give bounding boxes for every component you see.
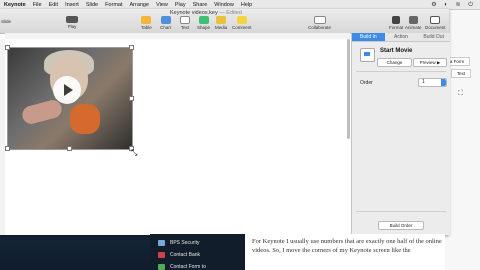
list-item[interactable]: BPS Security — [170, 240, 199, 246]
menu-insert[interactable]: Insert — [65, 2, 79, 8]
menu-view[interactable]: View — [156, 2, 168, 8]
chart-label: Chart — [160, 25, 172, 30]
divider — [356, 211, 446, 212]
list-item[interactable]: Contact Bank — [170, 252, 200, 258]
contact-icon — [158, 252, 165, 258]
menu-help[interactable]: Help — [241, 2, 252, 8]
security-icon — [158, 240, 165, 246]
selection-handle[interactable] — [5, 45, 10, 50]
build-order-button[interactable]: Build Order — [378, 221, 424, 230]
chart-icon — [160, 16, 171, 24]
animate-button[interactable]: Animate — [405, 16, 422, 30]
comment-icon — [236, 16, 247, 24]
animate-label: Animate — [405, 25, 422, 30]
article-text: For Keynote I usually use numbers that a… — [252, 238, 442, 254]
paintbrush-icon — [392, 16, 401, 24]
movie-effect-icon — [360, 48, 375, 62]
format-label: Format — [389, 25, 404, 30]
shape-button[interactable]: Shape — [197, 16, 210, 30]
text-icon — [180, 16, 190, 24]
change-button[interactable]: Change — [377, 58, 412, 67]
menu-arrange[interactable]: Arrange — [129, 2, 149, 8]
movie-effect-icon-inner — [364, 52, 370, 56]
media-button[interactable]: Media — [215, 16, 227, 30]
play-triangle-icon — [64, 84, 73, 96]
comment-label: Comment — [232, 25, 252, 30]
document-name: Keynote videos.key — [170, 10, 218, 16]
media-icon — [216, 16, 227, 24]
slide-label: Slide — [1, 19, 12, 24]
menu-play[interactable]: Play — [175, 2, 186, 8]
expand-icon[interactable]: ⛶ — [458, 90, 463, 98]
preview-button[interactable]: Preview ▶ — [413, 58, 447, 67]
table-icon — [141, 16, 152, 24]
video-frame-toy — [70, 104, 100, 134]
article-panel: For Keynote I usually use numbers that a… — [245, 234, 445, 270]
comment-button[interactable]: Comment — [232, 16, 252, 30]
media-label: Media — [215, 25, 228, 30]
order-label: Order — [360, 80, 373, 86]
menu-edit[interactable]: Edit — [49, 2, 58, 8]
add-slide-button[interactable]: Slide — [1, 19, 11, 24]
list-item[interactable]: Contact Form to — [170, 264, 206, 270]
menu-format[interactable]: Format — [105, 2, 122, 8]
inspector-tabs: Build In Action Build Out — [352, 33, 450, 42]
selection-handle[interactable] — [67, 146, 72, 151]
status-icons[interactable]: ⚙ ◐ ≋ ⏻ — [431, 1, 476, 9]
collaborate-icon — [313, 16, 326, 24]
document-button[interactable]: Document — [425, 16, 446, 30]
menu-share[interactable]: Share — [193, 2, 208, 8]
menu-slide[interactable]: Slide — [86, 2, 98, 8]
format-button[interactable]: Format — [389, 16, 403, 30]
sidebar-list: BPS Security Contact Bank Contact Form t… — [150, 234, 245, 270]
video-frame-arm — [20, 98, 64, 126]
play-icon — [66, 16, 78, 23]
menu-file[interactable]: File — [33, 2, 42, 8]
selection-handle[interactable] — [129, 45, 134, 50]
shape-icon — [198, 16, 209, 24]
chevron-updown-icon — [441, 79, 446, 86]
effect-title: Start Movie — [380, 48, 413, 54]
order-select[interactable]: 1 — [418, 78, 447, 87]
animate-inspector: Build In Action Build Out Start Movie Ch… — [351, 33, 450, 235]
window-toolbar: Keynote videos.key — Edited Slide Play T… — [0, 9, 449, 34]
order-value: 1 — [422, 79, 425, 85]
divider — [356, 71, 446, 72]
page-text-button[interactable]: Text — [451, 69, 471, 78]
canvas-scrollbar[interactable] — [347, 39, 350, 139]
document-icon — [430, 16, 441, 24]
document-label: Document — [425, 25, 446, 30]
video-play-button[interactable] — [53, 76, 81, 104]
text-button[interactable]: Text — [180, 16, 190, 30]
text-label: Text — [180, 25, 190, 30]
play-label: Play — [67, 24, 77, 29]
table-label: Table — [141, 25, 152, 30]
form-icon — [158, 264, 165, 270]
shape-label: Shape — [197, 25, 211, 30]
menu-window[interactable]: Window — [214, 2, 234, 8]
tab-action[interactable]: Action — [385, 33, 418, 41]
collaborate-button[interactable]: Collaborate — [308, 16, 331, 30]
collaborate-label: Collaborate — [308, 25, 332, 30]
diamond-icon — [408, 16, 418, 24]
selection-handle[interactable] — [129, 96, 134, 101]
tab-build-in[interactable]: Build In — [352, 33, 385, 41]
resize-cursor-icon: ⤡ — [131, 148, 138, 157]
tab-build-out[interactable]: Build Out — [417, 33, 450, 41]
selection-handle[interactable] — [5, 146, 10, 151]
chart-button[interactable]: Chart — [160, 16, 171, 30]
play-button[interactable]: Play — [66, 16, 78, 29]
menu-app-name[interactable]: Keynote — [4, 2, 26, 8]
table-button[interactable]: Table — [141, 16, 152, 30]
